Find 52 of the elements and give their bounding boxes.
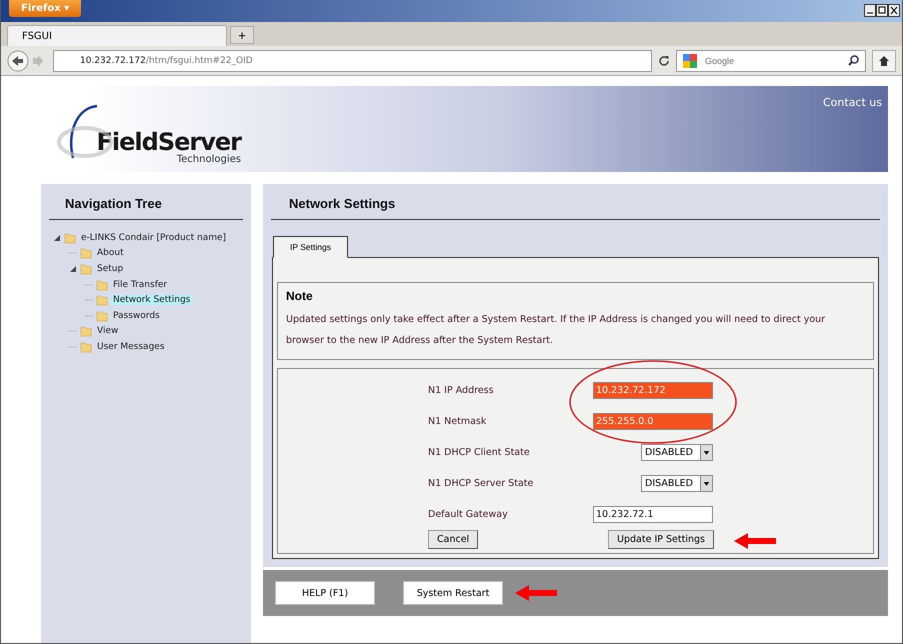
folder-icon bbox=[96, 278, 108, 291]
dropdown[interactable]: DISABLED bbox=[641, 475, 713, 492]
update-button[interactable]: Update IP Settings bbox=[608, 530, 714, 549]
tree-item[interactable]: User Messages bbox=[95, 342, 167, 352]
contact-link[interactable]: Contact us bbox=[823, 96, 882, 172]
tree-item[interactable]: File Transfer bbox=[111, 280, 170, 290]
collapse-icon[interactable] bbox=[69, 264, 77, 273]
folder-icon bbox=[80, 325, 92, 338]
folder-icon bbox=[80, 340, 92, 353]
annotation-arrow bbox=[515, 585, 557, 601]
caret-icon[interactable] bbox=[700, 445, 712, 460]
browser-tab[interactable]: FSGUI bbox=[7, 25, 227, 46]
tree-item[interactable]: Passwords bbox=[111, 310, 162, 321]
window-controls-icon[interactable] bbox=[864, 4, 900, 17]
reload-icon[interactable] bbox=[658, 54, 670, 66]
help-button[interactable]: HELP (F1) bbox=[275, 581, 375, 605]
tree-item[interactable]: e-LINKS Condair [Product name] bbox=[79, 232, 228, 243]
tree-item[interactable]: Network Settings bbox=[111, 295, 192, 306]
google-logo-icon bbox=[683, 54, 697, 68]
collapse-icon[interactable] bbox=[53, 234, 61, 242]
folder-icon bbox=[80, 247, 92, 260]
panel-title: Network Settings bbox=[271, 192, 880, 220]
folder-icon bbox=[96, 294, 108, 306]
restart-button[interactable]: System Restart bbox=[403, 581, 503, 605]
tree-item[interactable]: Setup bbox=[95, 264, 126, 274]
home-icon bbox=[878, 54, 890, 66]
note-title: Note bbox=[286, 289, 314, 303]
input-field[interactable]: 10.232.72.1 bbox=[593, 506, 713, 523]
panel-title: Navigation Tree bbox=[49, 192, 243, 220]
caret-icon[interactable] bbox=[700, 476, 712, 491]
folder-icon bbox=[96, 310, 108, 322]
home-button[interactable] bbox=[872, 50, 896, 72]
field-label: Default Gateway bbox=[428, 508, 509, 522]
field-label: N1 Netmask bbox=[428, 415, 488, 429]
tree-item[interactable]: View bbox=[95, 326, 120, 336]
field-label: N1 DHCP Server State bbox=[428, 477, 534, 491]
note-text: Updated settings only take effect after a System Restart. If the IP Address is changed you will need to direct your browser to the new IP Address after the System Restart. bbox=[286, 313, 826, 348]
address-bar[interactable]: 10.232.72.172/htm/fsgui.htm#22_OID bbox=[53, 50, 652, 72]
search-field[interactable]: Google bbox=[676, 50, 866, 72]
dropdown[interactable]: DISABLED bbox=[641, 444, 713, 461]
annotation-arrow bbox=[734, 533, 776, 549]
tree-item[interactable]: About bbox=[95, 248, 126, 258]
field-label: N1 DHCP Client State bbox=[428, 446, 531, 460]
logo-subtitle: Technologies bbox=[176, 154, 241, 165]
new-tab-button[interactable]: + bbox=[230, 26, 254, 44]
folder-icon bbox=[80, 262, 92, 275]
field-label: N1 IP Address bbox=[428, 384, 495, 398]
cancel-button[interactable]: Cancel bbox=[428, 530, 478, 549]
folder-icon bbox=[64, 232, 76, 244]
search-icon[interactable] bbox=[848, 55, 859, 66]
logo-wordmark: FieldServer bbox=[96, 130, 241, 154]
tab[interactable]: IP Settings bbox=[273, 236, 348, 258]
